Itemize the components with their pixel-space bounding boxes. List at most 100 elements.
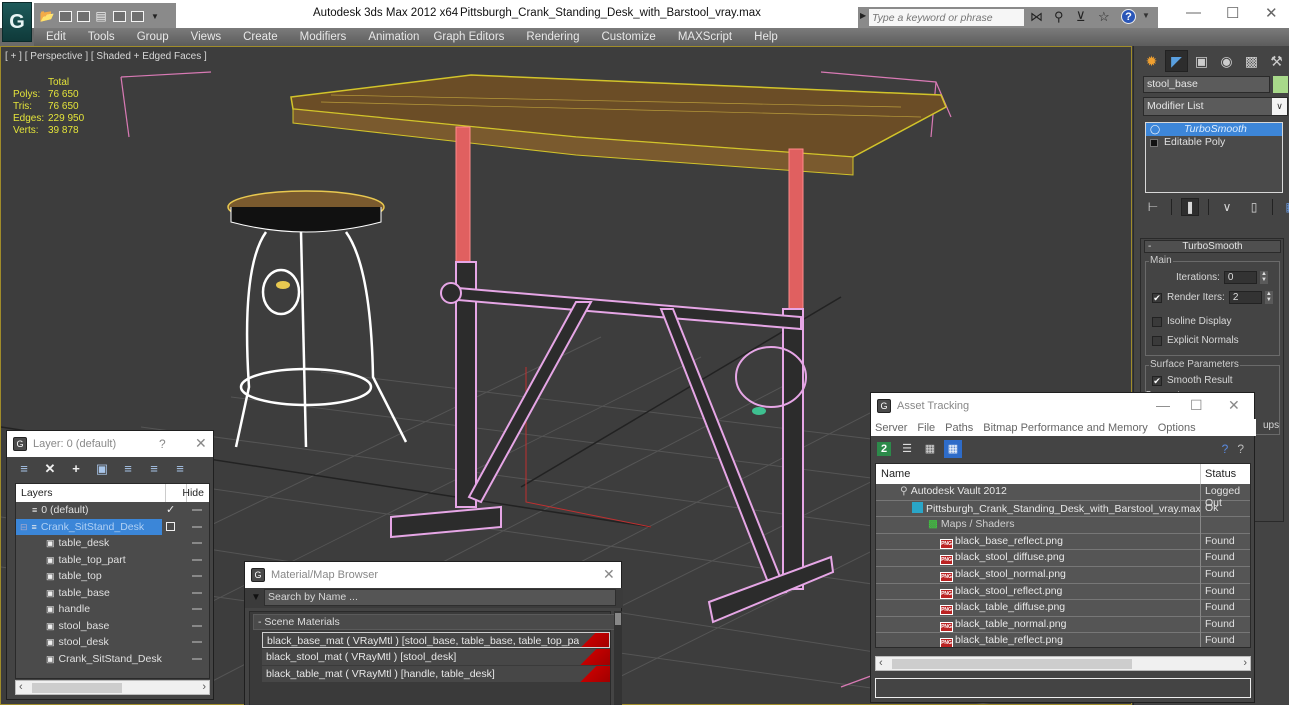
make-unique-icon[interactable]: ∨	[1218, 198, 1236, 216]
material-search-input[interactable]: Search by Name ...	[264, 589, 616, 606]
object-color-swatch[interactable]	[1273, 76, 1288, 93]
asset-row[interactable]: PNG black_stool_diffuse.png Found	[876, 550, 1250, 568]
material-item[interactable]: black_table_mat ( VRayMtl ) [handle, tab…	[262, 666, 610, 682]
table-top-model[interactable]	[290, 74, 947, 176]
help-dropdown-icon[interactable]: ▼	[1142, 11, 1150, 20]
layer-object-row[interactable]: ▣ table_top	[16, 568, 209, 585]
add-to-layer-icon[interactable]: +	[69, 461, 83, 477]
lightbulb-icon[interactable]: ◯	[1150, 123, 1172, 136]
table-leg-right[interactable]	[788, 148, 804, 310]
maximize-button[interactable]: ☐	[1190, 397, 1203, 414]
modify-tab-icon[interactable]: ◤	[1165, 50, 1188, 72]
iterations-spinner[interactable]: 0	[1223, 271, 1257, 284]
undo-icon[interactable]	[112, 9, 126, 23]
scroll-right-icon[interactable]: ›	[1243, 657, 1247, 669]
scroll-left-icon[interactable]: ‹	[879, 657, 883, 669]
rollout-header[interactable]: - TurboSmooth	[1144, 240, 1281, 253]
object-name-field[interactable]: stool_base	[1143, 76, 1270, 93]
expand-icon[interactable]	[1150, 138, 1158, 147]
explicit-normals-checkbox[interactable]	[1152, 335, 1162, 346]
close-button[interactable]: ✕	[603, 566, 615, 583]
asset-row[interactable]: PNG black_table_normal.png Found	[876, 616, 1250, 634]
show-end-result-icon[interactable]: ❚	[1181, 198, 1199, 216]
menu-server[interactable]: Server	[875, 422, 907, 434]
layer-object-row[interactable]: ▣ table_base	[16, 585, 209, 602]
asset-row[interactable]: PNG black_base_reflect.png Found	[876, 533, 1250, 551]
menu-tools[interactable]: Tools	[88, 31, 115, 43]
key-icon[interactable]: ⚲	[1054, 9, 1064, 25]
minimize-button[interactable]: —	[1156, 397, 1170, 413]
hide-all-icon[interactable]: ≡	[147, 461, 161, 477]
hide-toggle[interactable]	[192, 624, 202, 627]
close-button[interactable]: ✕	[1228, 397, 1240, 414]
thumbnail-view-icon[interactable]: ▦	[923, 442, 937, 456]
close-button[interactable]: ✕	[1265, 4, 1278, 22]
material-item[interactable]: black_base_mat ( VRayMtl ) [stool_base, …	[262, 632, 610, 648]
asset-row[interactable]: PNG black_table_reflect.png Found	[876, 633, 1250, 647]
delete-layer-icon[interactable]: ✕	[43, 461, 57, 477]
motion-tab-icon[interactable]: ◉	[1215, 50, 1238, 72]
freeze-all-icon[interactable]: ≡	[173, 461, 187, 477]
hide-toggle[interactable]	[192, 542, 202, 544]
material-item[interactable]: black_stool_mat ( VRayMtl ) [stool_desk]	[262, 649, 610, 665]
collapse-icon[interactable]: ⊟	[20, 522, 28, 532]
dropdown-icon[interactable]: ▼	[148, 9, 162, 23]
stack-item-editable-poly[interactable]: Editable Poly	[1146, 136, 1282, 149]
hide-toggle[interactable]	[192, 525, 202, 528]
search-input[interactable]	[869, 9, 1024, 26]
layer-row[interactable]: ⊟ ≡ Crank_SitStand_Desk	[16, 518, 209, 536]
render-iters-checkbox[interactable]: ✔	[1152, 292, 1162, 303]
create-layer-icon[interactable]: ≡	[17, 461, 31, 477]
menu-modifiers[interactable]: Modifiers	[300, 31, 347, 43]
layer-object-row[interactable]: ▣ handle	[16, 601, 209, 618]
menu-create[interactable]: Create	[243, 31, 278, 43]
asset-row[interactable]: PNG black_table_diffuse.png Found	[876, 600, 1250, 618]
vertical-scrollbar[interactable]	[614, 611, 622, 705]
hierarchy-tab-icon[interactable]: ▣	[1190, 50, 1213, 72]
layer-object-row[interactable]: ▣ stool_base	[16, 618, 209, 635]
layer-object-row[interactable]: ▣ table_desk	[16, 535, 209, 552]
hide-toggle[interactable]	[192, 641, 202, 643]
scroll-left-icon[interactable]: ‹	[19, 681, 23, 693]
help-button[interactable]: ?	[159, 437, 166, 451]
table-leg-left[interactable]	[455, 126, 471, 268]
save-icon[interactable]	[58, 9, 72, 23]
active-layer-check-icon[interactable]: ✓	[166, 503, 175, 516]
scrollbar-thumb[interactable]	[892, 659, 1132, 669]
close-button[interactable]: ✕	[195, 435, 207, 452]
menu-paths[interactable]: Paths	[945, 422, 973, 434]
highlight-layer-icon[interactable]: ≡	[121, 461, 135, 477]
search-options-icon[interactable]: ▼	[251, 592, 261, 603]
scroll-right-icon[interactable]: ›	[202, 681, 206, 693]
menu-rendering[interactable]: Rendering	[526, 31, 579, 43]
hold-icon[interactable]: ▤	[94, 9, 108, 23]
menu-graph-editors[interactable]: Graph Editors	[433, 31, 504, 43]
hide-column-header[interactable]: Hide	[182, 487, 204, 499]
hide-toggle[interactable]	[192, 509, 202, 511]
create-tab-icon[interactable]: ✹	[1140, 50, 1163, 72]
spinner-arrows-icon[interactable]: ▲ ▼	[1264, 291, 1273, 304]
name-column-header[interactable]: Name	[881, 468, 910, 480]
menu-animation[interactable]: Animation	[368, 31, 419, 43]
layer-object-row[interactable]: ▣ Crank_SitStand_Desk	[16, 651, 209, 668]
scrollbar-thumb[interactable]	[32, 683, 122, 693]
layer-row[interactable]: ≡ 0 (default) ✓	[16, 502, 209, 519]
status-column-header[interactable]: Status	[1205, 468, 1236, 480]
active-layer-checkbox[interactable]	[166, 521, 175, 531]
open-icon[interactable]: 📂	[40, 9, 55, 23]
isoline-checkbox[interactable]	[1152, 316, 1162, 327]
hide-toggle[interactable]	[192, 558, 202, 561]
smooth-result-checkbox[interactable]: ✔	[1152, 375, 1162, 386]
layer-dialog-titlebar[interactable]: G Layer: 0 (default) ? ✕	[7, 431, 213, 457]
scene-materials-group[interactable]: - Scene Materials	[253, 614, 615, 630]
binoculars-icon[interactable]: ⋈	[1030, 9, 1043, 25]
menu-options[interactable]: Options	[1158, 422, 1196, 434]
asset-row[interactable]: ⚲ Autodesk Vault 2012 Logged Out	[876, 484, 1250, 509]
table-view-icon[interactable]: ▦	[944, 440, 962, 458]
minimize-button[interactable]: —	[1186, 4, 1201, 21]
hide-toggle[interactable]	[192, 657, 202, 660]
hide-toggle[interactable]	[192, 591, 202, 594]
refresh-icon[interactable]: 2	[877, 442, 891, 456]
asset-row[interactable]: PNG black_stool_normal.png Found	[876, 566, 1250, 584]
maximize-button[interactable]: ☐	[1226, 4, 1239, 22]
